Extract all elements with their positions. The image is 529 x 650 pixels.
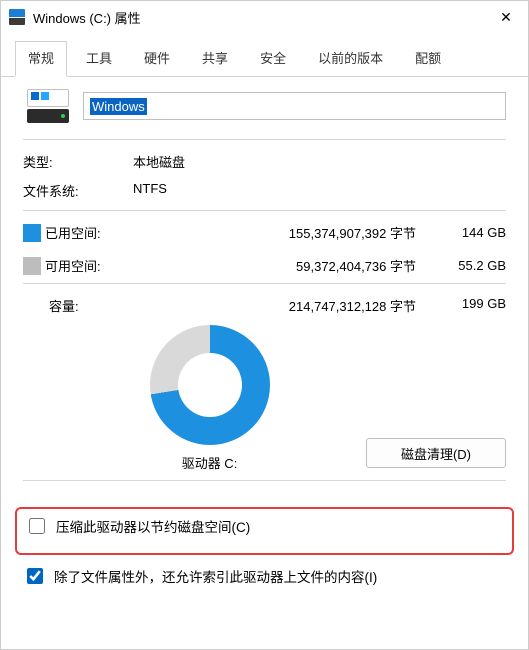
capacity-row: 容量: 214,747,312,128 字节 199 GB: [23, 296, 506, 315]
used-label: 已用空间:: [45, 223, 145, 242]
tab-general[interactable]: 常规: [15, 41, 67, 77]
drive-letter-label: 驱动器 C:: [182, 453, 238, 472]
drive-header: Windows: [23, 89, 506, 123]
drive-large-icon: [27, 89, 69, 123]
donut-section: 驱动器 C: 磁盘清理(D): [23, 325, 506, 472]
drive-info: 类型: 本地磁盘 文件系统: NTFS: [23, 152, 506, 200]
options-section: 压缩此驱动器以节约磁盘空间(C) 除了文件属性外，还允许索引此驱动器上文件的内容…: [23, 507, 506, 587]
properties-dialog: Windows (C:) 属性 ✕ 常规 工具 硬件 共享 安全 以前的版本 配…: [0, 0, 529, 650]
free-bytes: 59,372,404,736 字节: [145, 256, 426, 275]
space-usage: 已用空间: 155,374,907,392 字节 144 GB 可用空间: 59…: [23, 223, 506, 275]
drive-icon: [9, 9, 25, 25]
compress-checkbox[interactable]: [29, 518, 45, 534]
capacity-bytes: 214,747,312,128 字节: [145, 296, 426, 315]
close-icon: ✕: [500, 9, 512, 26]
compress-option[interactable]: 压缩此驱动器以节约磁盘空间(C): [25, 515, 504, 537]
free-gb: 55.2 GB: [426, 258, 506, 273]
window-title: Windows (C:) 属性: [33, 8, 492, 27]
compress-label: 压缩此驱动器以节约磁盘空间(C): [56, 516, 250, 536]
separator: [23, 480, 506, 481]
free-label: 可用空间:: [45, 256, 145, 275]
filesystem-label: 文件系统:: [23, 181, 133, 200]
filesystem-value: NTFS: [133, 181, 506, 200]
tab-quota[interactable]: 配额: [402, 41, 454, 76]
capacity-gb: 199 GB: [426, 296, 506, 315]
disk-cleanup-button[interactable]: 磁盘清理(D): [366, 438, 506, 468]
close-button[interactable]: ✕: [492, 3, 520, 31]
tab-strip: 常规 工具 硬件 共享 安全 以前的版本 配额: [1, 33, 528, 77]
separator: [23, 139, 506, 140]
disk-cleanup-label: 磁盘清理(D): [401, 447, 471, 462]
type-label: 类型:: [23, 152, 133, 171]
tab-previous-versions[interactable]: 以前的版本: [305, 41, 396, 76]
tab-tools[interactable]: 工具: [73, 41, 125, 76]
index-label: 除了文件属性外，还允许索引此驱动器上文件的内容(I): [54, 566, 377, 586]
index-option[interactable]: 除了文件属性外，还允许索引此驱动器上文件的内容(I): [23, 565, 506, 587]
tab-hardware[interactable]: 硬件: [131, 41, 183, 76]
type-value: 本地磁盘: [133, 152, 506, 171]
used-gb: 144 GB: [426, 225, 506, 240]
capacity-label: 容量:: [23, 296, 145, 315]
titlebar: Windows (C:) 属性 ✕: [1, 1, 528, 33]
highlight-annotation: 压缩此驱动器以节约磁盘空间(C): [15, 507, 514, 555]
separator: [23, 210, 506, 211]
tab-security[interactable]: 安全: [247, 41, 299, 76]
free-swatch: [23, 257, 41, 275]
used-swatch: [23, 224, 41, 242]
drive-name-input[interactable]: Windows: [83, 92, 506, 120]
used-bytes: 155,374,907,392 字节: [145, 223, 426, 242]
separator: [23, 283, 506, 284]
tab-sharing[interactable]: 共享: [189, 41, 241, 76]
drive-name-value: Windows: [90, 98, 147, 115]
usage-donut-chart: [150, 325, 270, 445]
tab-panel-general: Windows 类型: 本地磁盘 文件系统: NTFS 已用空间: 155,37…: [1, 77, 528, 649]
index-checkbox[interactable]: [27, 568, 43, 584]
